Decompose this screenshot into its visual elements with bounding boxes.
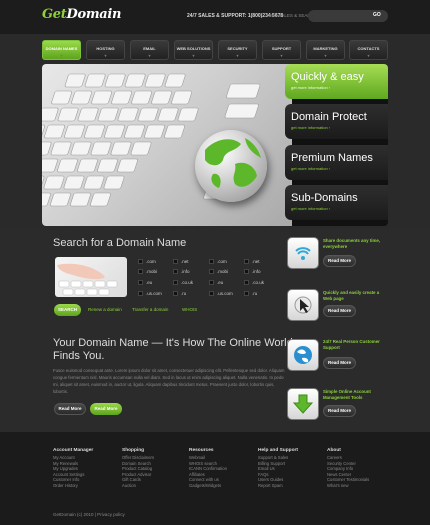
nav-support[interactable]: SUPPORT — [262, 40, 301, 60]
copyright: GetDomain (c) 2010 | Privacy policy — [53, 512, 125, 517]
footer-heading: Resources — [189, 448, 214, 453]
tld-checkbox[interactable]: .net — [244, 259, 260, 265]
feature-read-more-button[interactable]: Read More — [323, 305, 356, 317]
header-search-button[interactable]: GO — [373, 12, 381, 18]
banner-tab-more-link[interactable]: get more information › — [291, 166, 388, 171]
nav-email[interactable]: EMAIL — [130, 40, 169, 60]
cursor-icon — [287, 289, 319, 321]
footer-heading: Account Manager — [53, 448, 94, 453]
logo-part-2: Domain — [66, 7, 122, 22]
tld-checkbox[interactable]: .info — [244, 269, 261, 275]
feature-text: Quickly and easily create a Web page — [323, 290, 380, 301]
footer-column-resources: Resources Webmail WHOIS search ICANN Con… — [189, 448, 251, 488]
banner-tab-title: Premium Names — [291, 152, 373, 164]
tld-checkbox[interactable]: .ru — [173, 291, 186, 297]
footer-heading: Shopping — [122, 448, 145, 453]
banner-tab-sub-domains[interactable]: Sub-Domains get more information › — [285, 185, 388, 220]
whois-link[interactable]: WHOIS — [182, 307, 197, 312]
footer-link[interactable]: Gadgets/Widgets — [189, 483, 251, 489]
tld-checkbox[interactable]: .net — [173, 259, 189, 265]
banner-tab-more-link[interactable]: get more information › — [291, 125, 388, 130]
banner-tab-domain-protect[interactable]: Domain Protect get more information › — [285, 104, 388, 139]
logo-part-1: Get — [42, 7, 67, 22]
feature-read-more-button[interactable]: Read More — [323, 357, 356, 369]
nav-web-solutions[interactable]: WEB SOLUTIONS — [174, 40, 213, 60]
nav-marketing[interactable]: MARKETING — [306, 40, 345, 60]
header: GetDomain 24/7 SALES & SUPPORT: 1(800)23… — [0, 0, 430, 34]
feature-text: Simple Online Account Management Tools — [323, 389, 371, 400]
footer-column-shopping: Shopping Offer Disclaimers Domain Search… — [122, 448, 184, 488]
footer-link[interactable]: Report Spam — [258, 483, 320, 489]
tld-checkbox[interactable]: .eu — [138, 280, 152, 286]
intro-read-more-green-button[interactable]: Read More — [90, 403, 122, 415]
tld-checkbox[interactable]: .mobi — [138, 269, 157, 275]
intro-read-more-button[interactable]: Read More — [54, 403, 86, 415]
nav-domain-names[interactable]: DOMAIN NAMES — [42, 40, 81, 60]
tld-checkbox[interactable]: .info — [173, 269, 190, 275]
footer-heading: About — [327, 448, 341, 453]
feature-text: 24/7 Real Person Customer Support — [323, 339, 380, 350]
main-nav: DOMAIN NAMES HOSTING EMAIL WEB SOLUTIONS… — [42, 40, 388, 60]
nav-contacts[interactable]: CONTACTS — [349, 40, 388, 60]
banner-tab-title: Sub-Domains — [291, 192, 358, 204]
tld-checkbox[interactable]: .eu — [209, 280, 223, 286]
footer-link[interactable]: Auction — [122, 483, 184, 489]
banner-tab-premium-names[interactable]: Premium Names get more information › — [285, 145, 388, 180]
banner-slider: Quickly & easy get more information › Do… — [42, 64, 388, 226]
transfer-domain-link[interactable]: Transfer a domain — [132, 307, 168, 312]
nav-hosting[interactable]: HOSTING — [86, 40, 125, 60]
globe-icon — [287, 339, 319, 371]
footer-link[interactable]: What's new — [327, 483, 389, 489]
domain-search-title: Search for a Domain Name — [53, 237, 187, 249]
footer-column-help: Help and Support Support & Sales Billing… — [258, 448, 320, 488]
banner-tab-more-link[interactable]: get more information › — [291, 85, 388, 90]
tld-checkbox[interactable]: .com — [138, 259, 156, 265]
intro-title: Your Domain Name — It's How The Online W… — [53, 337, 293, 362]
renew-domain-link[interactable]: Renew a domain — [88, 307, 122, 312]
feature-read-more-button[interactable]: Read More — [323, 255, 356, 267]
hand-graphic — [57, 263, 118, 296]
tld-checkbox[interactable]: .com — [209, 259, 227, 265]
feature-text: Share documents any time, everywhere — [323, 238, 381, 249]
intro-body: Fusce euismod consequat ante. Lorem ipsu… — [53, 368, 285, 394]
hand-keyboard-image — [55, 257, 127, 297]
footer-heading: Help and Support — [258, 448, 298, 453]
tld-checkbox[interactable]: .ru — [244, 291, 257, 297]
logo[interactable]: GetDomain — [42, 7, 122, 22]
tld-checkbox[interactable]: .mobi — [209, 269, 228, 275]
banner-tab-quickly-easy[interactable]: Quickly & easy get more information › — [285, 64, 388, 99]
footer-column-about: About Careers Security Center Company In… — [327, 448, 389, 488]
download-arrow-icon — [287, 388, 319, 420]
banner-tab-title: Domain Protect — [291, 111, 367, 123]
tld-checkbox[interactable]: .us.com — [209, 291, 233, 297]
footer-column-account: Account Manager My Account My Renewals M… — [53, 448, 115, 488]
globe-graphic — [195, 130, 267, 202]
nav-security[interactable]: SECURITY — [218, 40, 257, 60]
banner-tab-more-link[interactable]: get more information › — [291, 206, 388, 211]
domain-search-button[interactable]: SEARCH — [54, 304, 81, 316]
globe-continents — [205, 138, 261, 188]
tld-checkbox[interactable]: .co.uk — [173, 280, 193, 286]
tld-checkbox[interactable]: .us.com — [138, 291, 162, 297]
tld-checkbox[interactable]: .co.uk — [244, 280, 264, 286]
banner-tab-title: Quickly & easy — [291, 71, 364, 83]
keyboard-globe-image — [42, 64, 292, 226]
wifi-icon — [287, 237, 319, 269]
footer-link[interactable]: Order History — [53, 483, 115, 489]
feature-read-more-button[interactable]: Read More — [323, 405, 356, 417]
